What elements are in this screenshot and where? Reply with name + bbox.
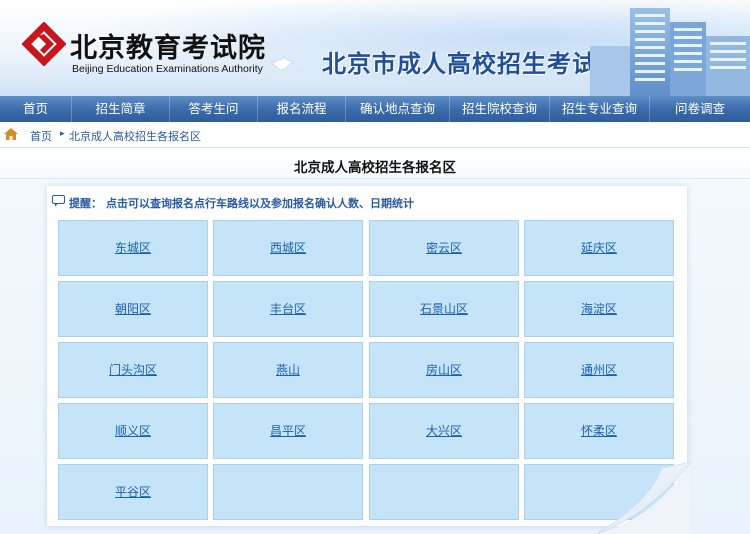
- empty-cell: [213, 464, 363, 520]
- district-cell: 东城区: [58, 220, 208, 276]
- district-link-yanqing[interactable]: 延庆区: [581, 241, 617, 255]
- district-cell: 房山区: [369, 342, 519, 398]
- district-cell: 延庆区: [524, 220, 674, 276]
- nav-item-faq[interactable]: 答考生问: [170, 96, 258, 122]
- district-link-pinggu[interactable]: 平谷区: [115, 485, 151, 499]
- nav-item-survey[interactable]: 问卷调查: [650, 96, 750, 122]
- district-cell: 西城区: [213, 220, 363, 276]
- district-cell: 昌平区: [213, 403, 363, 459]
- breadcrumb-current: 北京成人高校招生各报名区: [69, 130, 201, 143]
- district-link-shunyi[interactable]: 顺义区: [115, 424, 151, 438]
- district-cell: 怀柔区: [524, 403, 674, 459]
- district-grid: 东城区 西城区 密云区 延庆区 朝阳区 丰台区 石景山区 海淀区 门头沟区 燕山…: [58, 220, 674, 520]
- district-link-yanshan[interactable]: 燕山: [276, 363, 300, 377]
- building-illustration: [590, 8, 750, 96]
- breadcrumb-home-link[interactable]: 首页: [30, 128, 52, 144]
- nav-item-registration-process[interactable]: 报名流程: [258, 96, 346, 122]
- district-link-huairou[interactable]: 怀柔区: [581, 424, 617, 438]
- nav-item-home[interactable]: 首页: [0, 96, 72, 122]
- district-link-daxing[interactable]: 大兴区: [426, 424, 462, 438]
- district-link-xicheng[interactable]: 西城区: [270, 241, 306, 255]
- nav-item-location-query[interactable]: 确认地点查询: [346, 96, 450, 122]
- district-link-changping[interactable]: 昌平区: [270, 424, 306, 438]
- logo-english-name: Beijing Education Examinations Authority: [72, 63, 263, 75]
- main-nav: 首页 招生简章 答考生问 报名流程 确认地点查询 招生院校查询 招生专业查询 问…: [0, 96, 750, 122]
- breadcrumb: 首页 ▸ 北京成人高校招生各报名区: [0, 122, 750, 148]
- district-cell: 通州区: [524, 342, 674, 398]
- authority-logo-icon: [22, 22, 66, 66]
- district-cell: 顺义区: [58, 403, 208, 459]
- district-link-chaoyang[interactable]: 朝阳区: [115, 302, 151, 316]
- district-cell: 平谷区: [58, 464, 208, 520]
- page-curl-decoration: [596, 462, 691, 534]
- district-cell: 大兴区: [369, 403, 519, 459]
- district-cell: 朝阳区: [58, 281, 208, 337]
- district-cell: 门头沟区: [58, 342, 208, 398]
- speech-bubble-icon: [52, 195, 65, 207]
- header-banner: 北京教育考试院 Beijing Education Examinations A…: [0, 0, 750, 96]
- district-link-tongzhou[interactable]: 通州区: [581, 363, 617, 377]
- tip-label: 提醒：: [69, 197, 102, 210]
- district-cell: 石景山区: [369, 281, 519, 337]
- tip-text: 点击可以查询报名点行车路线以及参加报名确认人数、日期统计: [106, 197, 414, 210]
- district-cell: 燕山: [213, 342, 363, 398]
- district-cell: 丰台区: [213, 281, 363, 337]
- district-link-fangshan[interactable]: 房山区: [426, 363, 462, 377]
- breadcrumb-separator-icon: ▸: [60, 129, 65, 139]
- nav-item-admission-guide[interactable]: 招生简章: [72, 96, 170, 122]
- title-divider: [0, 178, 750, 179]
- home-icon: [4, 128, 18, 140]
- district-link-haidian[interactable]: 海淀区: [581, 302, 617, 316]
- district-link-miyun[interactable]: 密云区: [426, 241, 462, 255]
- district-cell: 海淀区: [524, 281, 674, 337]
- district-link-dongcheng[interactable]: 东城区: [115, 241, 151, 255]
- district-link-fengtai[interactable]: 丰台区: [270, 302, 306, 316]
- dove-icon: [271, 55, 295, 71]
- nav-item-major-query[interactable]: 招生专业查询: [550, 96, 650, 122]
- nav-item-college-query[interactable]: 招生院校查询: [450, 96, 550, 122]
- page-title: 北京成人高校招生各报名区: [294, 160, 456, 176]
- district-link-mentougou[interactable]: 门头沟区: [109, 363, 157, 377]
- district-link-shijingshan[interactable]: 石景山区: [420, 302, 468, 316]
- district-cell: 密云区: [369, 220, 519, 276]
- empty-cell: [369, 464, 519, 520]
- logo-chinese-name: 北京教育考试院: [70, 33, 266, 64]
